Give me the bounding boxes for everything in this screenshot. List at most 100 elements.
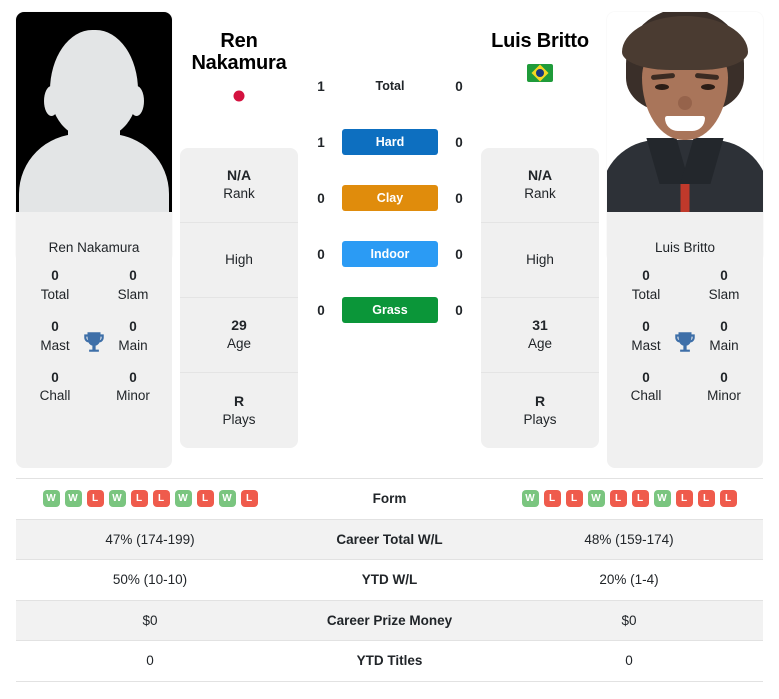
h2h-score-right: 0: [455, 302, 463, 318]
form-strip-right: WLLWLLWLLL: [521, 490, 737, 508]
form-badge-loss: L: [609, 490, 627, 508]
info-row-rank-right: N/A Rank: [481, 148, 599, 223]
player-name-left-line1: Ren: [220, 30, 258, 52]
info-value: 31: [532, 317, 548, 334]
form-badge-loss: L: [697, 490, 715, 508]
form-badge-win: W: [587, 490, 605, 508]
player-titles-card-left: Ren Nakamura 0 Total 0 Slam 0 Mast 0 Mai…: [16, 228, 172, 468]
h2h-row-clay: 0 Clay 0: [310, 170, 470, 226]
player-comparison-page: Ren Nakamura Ren Nakamura N/A Rank High …: [0, 0, 779, 699]
player-name-right-line1: Luis Britto: [491, 30, 589, 52]
titles-label: Slam: [117, 286, 149, 302]
titles-value: 0: [129, 268, 137, 283]
surface-badge-grass[interactable]: Grass: [342, 297, 438, 323]
form-badge-loss: L: [86, 490, 104, 508]
info-label: Plays: [222, 411, 256, 427]
player-info-card-right: N/A Rank High 31 Age R Plays: [481, 148, 599, 448]
titles-label: Minor: [116, 388, 150, 404]
titles-value: 0: [51, 369, 59, 385]
comparison-stats-table: WWLWLLWLWL Form WLLWLLWLLL 47% (174-199)…: [16, 478, 763, 682]
titles-value: 0: [129, 369, 137, 385]
info-value: N/A: [527, 167, 553, 184]
surface-badge-hard[interactable]: Hard: [342, 129, 438, 155]
brazil-flag-icon: [527, 64, 553, 83]
h2h-row-grass: 0 Grass 0: [310, 282, 470, 338]
h2h-row-indoor: 0 Indoor 0: [310, 226, 470, 282]
titles-cell-minor-left: 0 Minor: [94, 369, 172, 407]
form-badge-loss: L: [565, 490, 583, 508]
info-label: Rank: [223, 186, 255, 202]
stat-value-right: 48% (159-174): [584, 531, 674, 547]
info-value: R: [233, 392, 245, 409]
avatar-ear-right: [129, 86, 144, 116]
info-row-plays-right: R Plays: [481, 373, 599, 448]
form-badge-win: W: [218, 490, 236, 508]
h2h-row-total: 1 Total 0: [310, 58, 470, 114]
h2h-score-left: 0: [317, 190, 325, 206]
stat-value-right: 20% (1-4): [599, 572, 659, 588]
titles-label: Slam: [708, 286, 740, 302]
form-badge-win: W: [42, 490, 60, 508]
info-value: 29: [231, 317, 247, 334]
info-label: Rank: [524, 186, 556, 202]
surface-badge-clay[interactable]: Clay: [342, 185, 438, 211]
form-badge-win: W: [108, 490, 126, 508]
stat-label: YTD Titles: [356, 653, 423, 669]
titles-grid-right: 0 Total 0 Slam 0 Mast 0 Main 0 Chall 0 M…: [607, 267, 763, 406]
form-badge-loss: L: [152, 490, 170, 508]
titles-label: Minor: [707, 388, 741, 404]
head-to-head-surfaces: 1 Total 0 1 Hard 0 0 Clay 0 0 Indoor 0 0: [310, 58, 470, 338]
stat-value-left: WWLWLLWLWL: [16, 490, 284, 508]
h2h-score-left: 0: [317, 302, 325, 318]
avatar-ear-left: [44, 86, 59, 116]
info-label: Age: [226, 336, 252, 352]
form-badge-loss: L: [719, 490, 737, 508]
h2h-score-right: 0: [455, 78, 463, 94]
stat-value-left: 0: [146, 653, 154, 669]
portrait-eye-left: [655, 84, 669, 90]
h2h-score-left: 0: [317, 246, 325, 262]
form-badge-loss: L: [675, 490, 693, 508]
info-label: High: [225, 251, 253, 267]
info-row-age-left: 29 Age: [180, 298, 298, 373]
surface-badge-indoor[interactable]: Indoor: [342, 241, 438, 267]
portrait-nose: [678, 96, 692, 110]
stat-label: Form: [372, 491, 407, 507]
form-badge-win: W: [521, 490, 539, 508]
titles-grid-left: 0 Total 0 Slam 0 Mast 0 Main 0 Chall 0 M…: [16, 267, 172, 406]
stat-label: YTD W/L: [361, 572, 418, 588]
player-photo-left: [16, 12, 172, 212]
form-badge-loss: L: [130, 490, 148, 508]
info-row-plays-left: R Plays: [180, 373, 298, 448]
player-name-left-line2: Nakamura: [191, 52, 287, 75]
form-badge-loss: L: [240, 490, 258, 508]
info-label: Age: [527, 336, 553, 352]
stat-label: Career Prize Money: [326, 612, 453, 628]
titles-value: 0: [720, 268, 728, 283]
stat-value-left: $0: [142, 612, 158, 628]
titles-card-heading-right: Luis Britto: [654, 240, 716, 255]
h2h-row-hard: 1 Hard 0: [310, 114, 470, 170]
form-badge-win: W: [653, 490, 671, 508]
player-name-block-right: Luis Britto: [474, 30, 606, 83]
form-badge-loss: L: [631, 490, 649, 508]
player-photo-card-left[interactable]: Ren Nakamura: [16, 12, 172, 262]
stat-row-career-prize-money: $0 Career Prize Money $0: [16, 600, 763, 641]
titles-cell-total-right: 0 Total: [607, 267, 685, 305]
stat-value-right: 0: [625, 653, 633, 669]
trophy-icon: [675, 332, 695, 352]
form-strip-left: WWLWLLWLWL: [42, 490, 258, 508]
titles-cell-slam-right: 0 Slam: [685, 267, 763, 305]
titles-label: Total: [631, 286, 661, 302]
player-titles-card-right: Luis Britto 0 Total 0 Slam 0 Mast 0 Main…: [607, 228, 763, 468]
stat-row-form: WWLWLLWLWL Form WLLWLLWLLL: [16, 479, 763, 520]
h2h-score-left: 1: [317, 134, 325, 150]
portrait-eye-right: [701, 84, 715, 90]
player-photo-card-right[interactable]: Luis Britto: [607, 12, 763, 262]
form-badge-loss: L: [196, 490, 214, 508]
stat-value-left: 50% (10-10): [112, 572, 188, 588]
info-label: Plays: [523, 411, 557, 427]
info-row-age-right: 31 Age: [481, 298, 599, 373]
titles-label: Chall: [630, 388, 662, 404]
titles-value: 0: [642, 268, 650, 283]
